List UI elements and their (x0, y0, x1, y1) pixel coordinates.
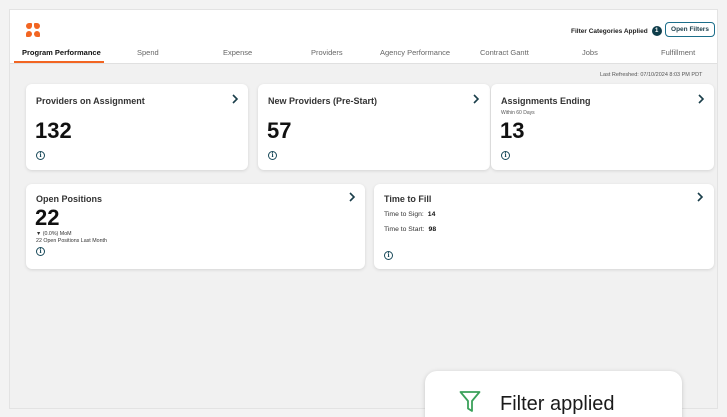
filter-categories-indicator: Filter Categories Applied 1 (571, 26, 662, 36)
card-title: Open Positions (36, 194, 103, 204)
chevron-right-icon[interactable] (696, 93, 706, 105)
tab-program-performance[interactable]: Program Performance (22, 48, 101, 57)
time-to-sign-value: 14 (427, 211, 436, 218)
assignments-ending-card[interactable]: Assignments Ending Within 60 Days 13 i (491, 84, 714, 170)
card-title: Time to Fill (384, 194, 432, 204)
info-icon[interactable]: i (501, 151, 510, 160)
new-providers-card[interactable]: New Providers (Pre-Start) 57 i (258, 84, 490, 170)
card-subtitle: Within 60 Days (501, 110, 535, 116)
tab-expense[interactable]: Expense (223, 48, 252, 57)
chevron-right-icon[interactable] (695, 191, 705, 203)
toast-message: Filter applied (500, 393, 615, 415)
info-icon[interactable]: i (268, 151, 277, 160)
open-filters-button[interactable]: Open Filters (665, 22, 715, 37)
card-title: Assignments Ending (501, 96, 591, 106)
app-frame: Filter Categories Applied 1 Open Filters… (9, 9, 718, 409)
card-title: Providers on Assignment (36, 96, 145, 106)
filter-applied-toast: Filter applied (425, 371, 682, 417)
tab-fulfillment[interactable]: Fulfillment (661, 48, 695, 57)
chevron-right-icon[interactable] (230, 93, 240, 105)
tab-agency-performance[interactable]: Agency Performance (380, 48, 450, 57)
time-to-start-value: 98 (428, 226, 437, 233)
chevron-right-icon[interactable] (471, 93, 481, 105)
card-value: 132 (35, 118, 72, 143)
card-value: 22 (35, 205, 60, 230)
info-icon[interactable]: i (36, 247, 45, 256)
filter-icon (459, 390, 481, 414)
time-to-start-label: Time to Start: (384, 226, 425, 233)
mom-change-text: ▼ (0.0%) MoM (36, 231, 72, 237)
active-tab-indicator (14, 61, 104, 63)
card-title: New Providers (Pre-Start) (268, 96, 378, 106)
info-icon[interactable]: i (36, 151, 45, 160)
last-refreshed-text: Last Refreshed: 07/10/2024 8:03 PM PDT (600, 72, 703, 78)
card-value: 13 (500, 118, 525, 143)
top-bar: Filter Categories Applied 1 Open Filters (10, 10, 717, 44)
filter-count-badge: 1 (651, 26, 662, 36)
time-to-start-row: Time to Start: 98 (384, 226, 436, 233)
tab-contract-gantt[interactable]: Contract Gantt (480, 48, 529, 57)
logo-icon[interactable] (26, 23, 40, 37)
tab-spend[interactable]: Spend (137, 48, 159, 57)
tab-bar: Program Performance Spend Expense Provid… (10, 44, 717, 64)
time-to-sign-label: Time to Sign: (384, 211, 424, 218)
card-value: 57 (267, 118, 292, 143)
providers-on-assignment-card[interactable]: Providers on Assignment 132 i (26, 84, 248, 170)
chevron-right-icon[interactable] (347, 191, 357, 203)
tab-jobs[interactable]: Jobs (582, 48, 598, 57)
open-positions-card[interactable]: Open Positions 22 ▼ (0.0%) MoM 22 Open P… (26, 184, 365, 269)
info-icon[interactable]: i (384, 251, 393, 260)
time-to-fill-card[interactable]: Time to Fill Time to Sign: 14 Time to Sta… (374, 184, 714, 269)
last-month-text: 22 Open Positions Last Month (36, 238, 107, 244)
tab-providers[interactable]: Providers (311, 48, 343, 57)
time-to-sign-row: Time to Sign: 14 (384, 211, 435, 218)
filter-categories-label: Filter Categories Applied (571, 27, 648, 35)
